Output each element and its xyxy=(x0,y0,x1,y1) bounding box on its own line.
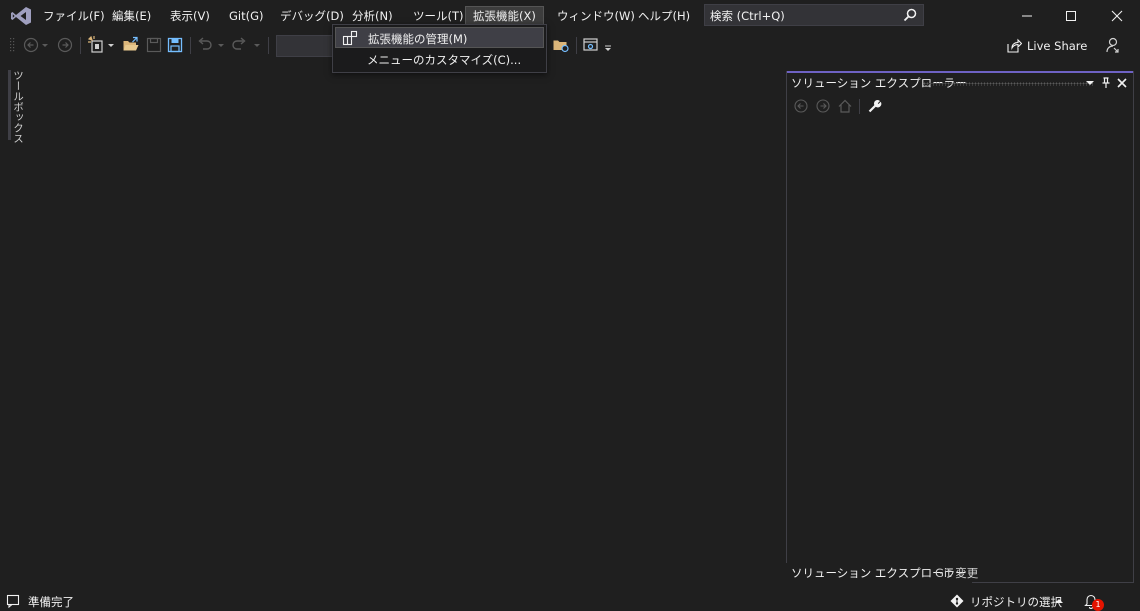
toolbar-separator xyxy=(190,37,191,54)
close-panel-icon[interactable] xyxy=(1115,76,1129,90)
menu-window[interactable]: ウィンドウ(W) xyxy=(557,6,635,26)
live-share-icon xyxy=(1007,38,1022,53)
new-project-icon[interactable] xyxy=(88,36,106,54)
new-project-dropdown-icon[interactable] xyxy=(106,36,116,54)
solution-explorer-folder-icon[interactable] xyxy=(552,36,570,54)
minimize-button[interactable] xyxy=(1012,4,1042,28)
undo-dropdown-icon[interactable] xyxy=(216,36,226,54)
pin-icon[interactable] xyxy=(1099,76,1113,90)
menu-file[interactable]: ファイル(F) xyxy=(43,6,105,26)
search-input[interactable]: 検索 (Ctrl+Q) xyxy=(704,4,924,26)
standard-toolbar: Live Share xyxy=(0,32,1140,60)
toolbar-separator xyxy=(268,37,269,54)
solution-explorer-tab-strip: ソリューション エクスプローラー Git 変更 xyxy=(786,563,1134,583)
git-icon xyxy=(950,594,964,608)
extensions-dropdown-menu: 拡張機能の管理(M) メニューのカスタマイズ(C)... xyxy=(332,24,547,73)
title-bar: ファイル(F) 編集(E) 表示(V) Git(G) デバッグ(D) 分析(N)… xyxy=(0,0,1140,32)
toolbar-separator xyxy=(576,37,577,54)
repository-label: リポジトリの選択 xyxy=(970,595,1062,609)
manage-extensions-menu-item[interactable]: 拡張機能の管理(M) xyxy=(335,27,544,48)
status-text: 準備完了 xyxy=(28,595,74,609)
redo-dropdown-icon[interactable] xyxy=(252,36,262,54)
redo-icon[interactable] xyxy=(230,36,248,54)
menu-edit[interactable]: 編集(E) xyxy=(112,6,151,26)
manage-extensions-icon xyxy=(342,30,358,46)
menu-view[interactable]: 表示(V) xyxy=(170,6,210,26)
customize-menu-label: メニューのカスタマイズ(C)... xyxy=(367,53,522,67)
se-back-icon[interactable] xyxy=(793,98,809,114)
title-bar-grip xyxy=(923,82,1093,86)
save-icon[interactable] xyxy=(145,36,163,54)
menu-git[interactable]: Git(G) xyxy=(229,6,264,26)
tab-git-changes[interactable]: Git 変更 xyxy=(930,563,983,583)
navigate-forward-icon[interactable] xyxy=(56,36,74,54)
search-label: 検索 (Ctrl+Q) xyxy=(710,9,785,23)
toolbar-grip[interactable] xyxy=(8,36,16,54)
live-share-label: Live Share xyxy=(1027,39,1088,53)
menu-tools[interactable]: ツール(T) xyxy=(413,6,464,26)
toolbar-separator xyxy=(859,99,860,114)
notification-count-badge: 1 xyxy=(1092,599,1104,611)
back-dropdown-arrow-icon[interactable] xyxy=(40,36,50,54)
toolbar-separator xyxy=(80,37,81,54)
active-panel-accent-line xyxy=(787,71,1133,73)
status-bar: 準備完了 リポジトリの選択 1 xyxy=(0,591,1140,611)
se-forward-icon[interactable] xyxy=(815,98,831,114)
solution-explorer-panel: ソリューション エクスプローラー xyxy=(786,71,1134,583)
chevron-up-icon xyxy=(1055,599,1063,603)
toolbox-tab[interactable]: ツールボックス xyxy=(8,70,24,144)
notifications-button[interactable]: 1 xyxy=(1084,593,1104,611)
undo-icon[interactable] xyxy=(196,36,214,54)
properties-wrench-icon[interactable] xyxy=(867,98,883,114)
save-all-icon[interactable] xyxy=(166,36,184,54)
search-icon xyxy=(903,8,917,22)
output-window-icon xyxy=(6,594,20,608)
menu-debug[interactable]: デバッグ(D) xyxy=(280,6,344,26)
browser-window-icon[interactable] xyxy=(582,36,600,54)
menu-analyze[interactable]: 分析(N) xyxy=(352,6,393,26)
visual-studio-logo-icon xyxy=(11,7,31,25)
navigate-back-icon[interactable] xyxy=(22,36,40,54)
window-position-dropdown-icon[interactable] xyxy=(1083,76,1097,90)
menu-extensions[interactable]: 拡張機能(X) xyxy=(465,6,544,26)
feedback-icon[interactable] xyxy=(1103,36,1121,54)
solution-configuration-dropdown[interactable] xyxy=(276,35,336,57)
customize-menu-menu-item[interactable]: メニューのカスタマイズ(C)... xyxy=(335,49,544,70)
toolbar-overflow-icon[interactable] xyxy=(602,36,614,54)
open-folder-icon[interactable] xyxy=(122,36,140,54)
close-window-button[interactable] xyxy=(1102,4,1132,28)
toolbox-label: ツールボックス xyxy=(12,70,24,144)
maximize-button[interactable] xyxy=(1056,4,1086,28)
manage-extensions-label: 拡張機能の管理(M) xyxy=(368,32,468,46)
se-home-icon[interactable] xyxy=(837,98,853,114)
menu-help[interactable]: ヘルプ(H) xyxy=(638,6,690,26)
